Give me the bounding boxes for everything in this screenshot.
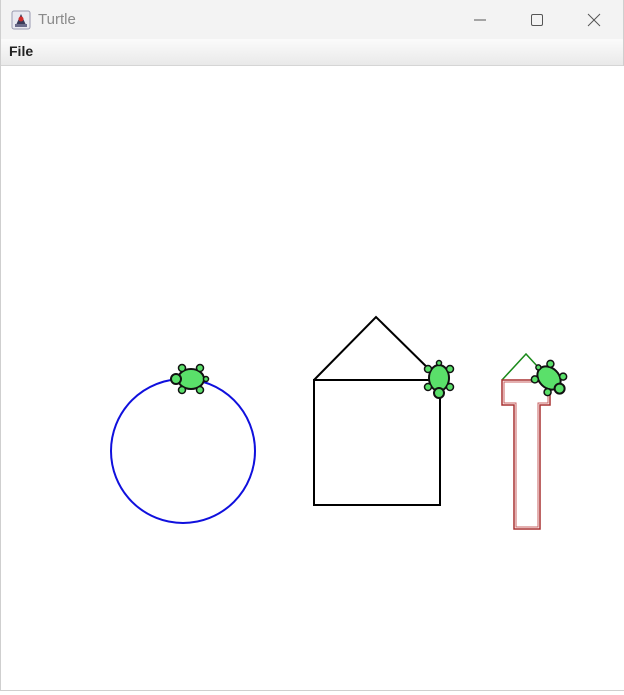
house-roof [313,315,441,381]
circle-shape [110,378,256,524]
maximize-icon [531,13,543,26]
turtle-window: Turtle File [0,0,624,691]
maximize-button[interactable] [508,0,566,39]
menu-bar: File [1,39,623,66]
close-icon [587,13,601,26]
drawing-canvas[interactable] [2,66,624,690]
turtle-icon [170,363,210,395]
turtle-drawing [110,315,568,530]
minimize-icon [474,19,486,20]
minimize-button[interactable] [451,0,509,39]
close-button[interactable] [565,0,623,39]
t-shape [501,379,551,530]
title-bar[interactable]: Turtle [1,0,623,39]
java-duke-icon [11,10,31,30]
menu-file[interactable]: File [9,43,33,59]
turtle-icon [423,359,455,399]
house-square [313,379,441,506]
t-shape-inner [503,381,549,528]
window-title: Turtle [38,11,76,28]
